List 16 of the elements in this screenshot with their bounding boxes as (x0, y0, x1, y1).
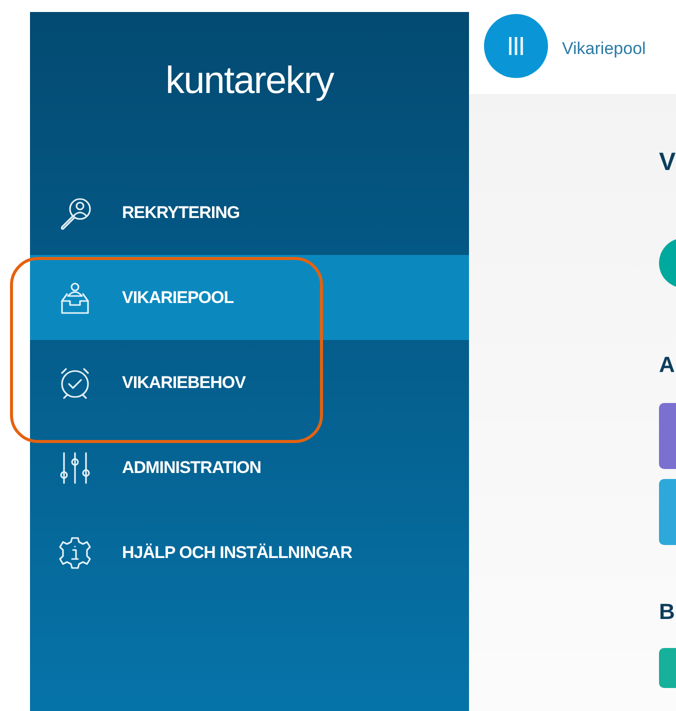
inbox-person-icon (58, 280, 92, 314)
info-gear-icon (58, 536, 92, 570)
page-heading: V (659, 150, 676, 175)
search-person-icon (58, 196, 92, 230)
section-heading: A (659, 354, 676, 376)
section-heading: B (659, 601, 676, 623)
alarm-clock-check-icon (58, 366, 92, 400)
nav-item[interactable]: VIKARIEPOOL (30, 255, 469, 340)
page-title: Vikariepool (562, 38, 646, 60)
nav-item[interactable]: ADMINISTRATION (30, 425, 469, 510)
logo: kuntarekry (166, 62, 334, 100)
menu-icon (509, 37, 523, 55)
nav-item[interactable]: REKRYTERING (30, 170, 469, 255)
nav-item[interactable]: HJÄLP OCH INSTÄLLNINGAR (30, 510, 469, 595)
nav-item[interactable]: VIKARIEBEHOV (30, 340, 469, 425)
sliders-icon (58, 450, 92, 484)
